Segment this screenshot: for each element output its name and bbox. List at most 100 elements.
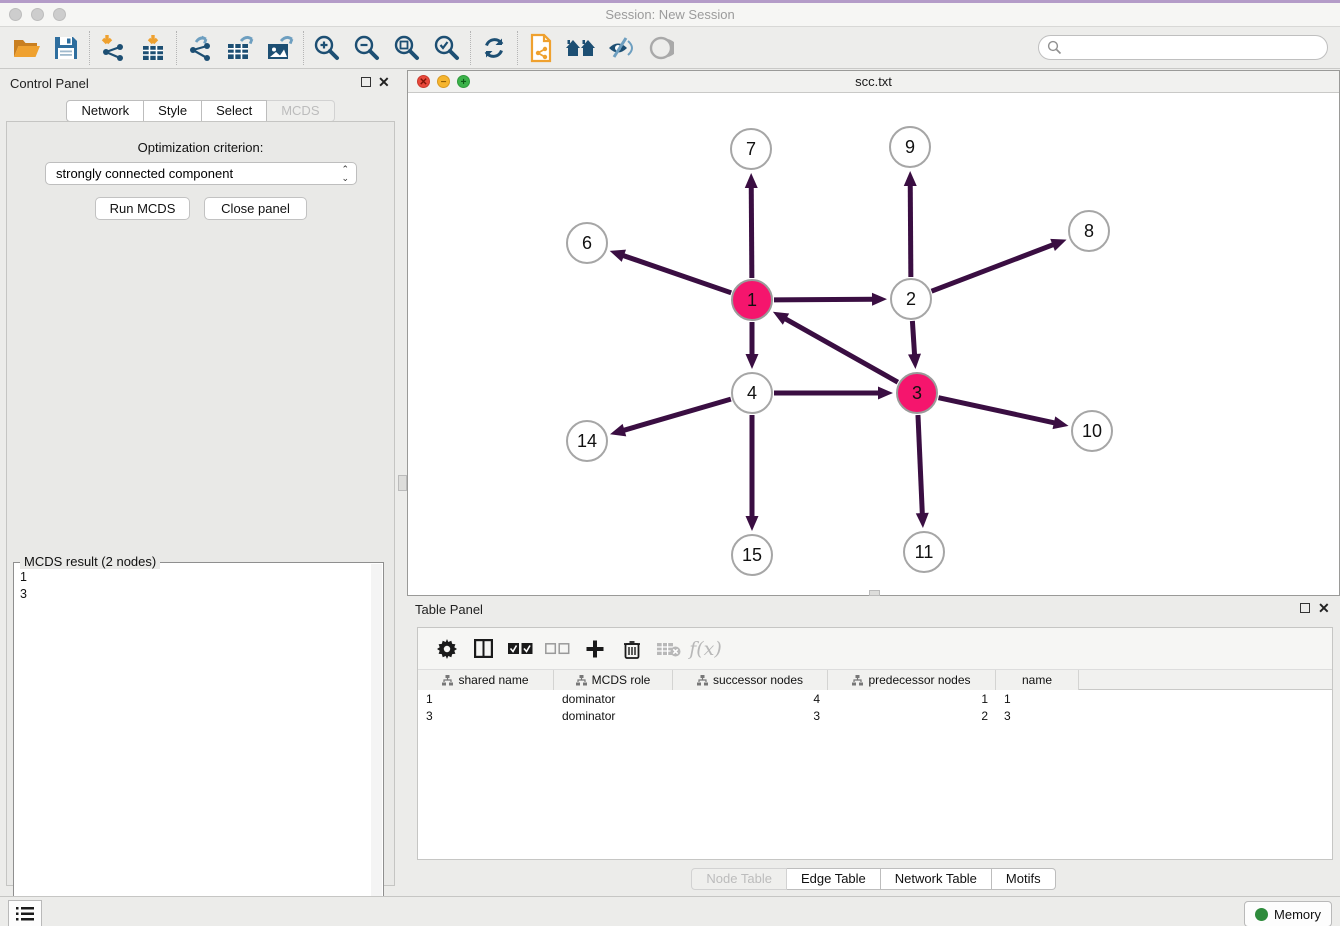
save-session-button[interactable] bbox=[46, 30, 86, 66]
graph-edge-3-1[interactable] bbox=[784, 318, 898, 382]
refresh-button[interactable] bbox=[474, 30, 514, 66]
tab-select[interactable]: Select bbox=[202, 100, 267, 122]
table-panel: Table Panel ✕ bbox=[407, 596, 1340, 896]
close-table-panel-icon[interactable]: ✕ bbox=[1318, 600, 1330, 617]
gear-icon bbox=[437, 639, 457, 659]
tab-style[interactable]: Style bbox=[144, 100, 202, 122]
delete-column-button[interactable] bbox=[613, 631, 650, 667]
export-table-button[interactable] bbox=[220, 30, 260, 66]
tab-network[interactable]: Network bbox=[66, 100, 144, 122]
tab-edge-table[interactable]: Edge Table bbox=[787, 868, 881, 890]
zoom-fit-button[interactable] bbox=[387, 30, 427, 66]
optimization-criterion-select[interactable]: strongly connected component ⌃⌄ bbox=[45, 162, 357, 185]
clone-network-button[interactable] bbox=[521, 30, 561, 66]
tab-node-table[interactable]: Node Table bbox=[691, 868, 787, 890]
run-mcds-button[interactable]: Run MCDS bbox=[95, 197, 190, 220]
graph-node-15[interactable]: 15 bbox=[731, 534, 773, 576]
cell-name[interactable]: 3 bbox=[996, 708, 1079, 725]
graph-node-10[interactable]: 10 bbox=[1071, 410, 1113, 452]
export-image-button[interactable] bbox=[260, 30, 300, 66]
zoom-in-button[interactable] bbox=[307, 30, 347, 66]
cell-predecessor-nodes[interactable]: 1 bbox=[828, 691, 996, 708]
graph-node-8[interactable]: 8 bbox=[1068, 210, 1110, 252]
graph-edge-2-3[interactable] bbox=[912, 321, 914, 356]
refresh-icon bbox=[481, 35, 507, 61]
show-column-panel-button[interactable] bbox=[465, 631, 502, 667]
graph-edge-3-10[interactable] bbox=[938, 398, 1055, 423]
cell-mcds-role[interactable]: dominator bbox=[554, 691, 673, 708]
table-row[interactable]: 3 dominator 3 2 3 bbox=[418, 708, 1332, 725]
unselect-all-columns-button[interactable] bbox=[539, 631, 576, 667]
table-row[interactable]: 1 dominator 4 1 1 bbox=[418, 691, 1332, 708]
search-field[interactable] bbox=[1038, 35, 1328, 60]
graph-edge-1-2[interactable] bbox=[774, 299, 874, 300]
column-type-icon bbox=[852, 675, 863, 686]
cell-successor-nodes[interactable]: 3 bbox=[673, 708, 828, 725]
hide-panel-button[interactable] bbox=[601, 30, 641, 66]
memory-button[interactable]: Memory bbox=[1244, 901, 1332, 926]
graph-edge-3-11[interactable] bbox=[918, 415, 922, 515]
column-header-shared-name[interactable]: shared name bbox=[418, 670, 554, 690]
task-history-button[interactable] bbox=[8, 900, 42, 926]
select-all-columns-button[interactable] bbox=[502, 631, 539, 667]
network-title: scc.txt bbox=[408, 74, 1339, 89]
table-panel-title: Table Panel bbox=[415, 602, 483, 617]
toolbar-separator bbox=[303, 31, 304, 65]
import-network-button[interactable] bbox=[93, 30, 133, 66]
show-view-button[interactable] bbox=[641, 30, 681, 66]
search-input[interactable] bbox=[1062, 38, 1327, 58]
graph-node-9[interactable]: 9 bbox=[889, 126, 931, 168]
graph-node-4[interactable]: 4 bbox=[731, 372, 773, 414]
close-panel-button[interactable]: Close panel bbox=[204, 197, 307, 220]
graph-node-14[interactable]: 14 bbox=[566, 420, 608, 462]
zoom-selected-icon bbox=[433, 34, 461, 62]
float-table-panel-icon[interactable] bbox=[1300, 603, 1310, 613]
graph-node-11[interactable]: 11 bbox=[903, 531, 945, 573]
close-panel-icon[interactable]: ✕ bbox=[378, 74, 390, 91]
open-file-button[interactable] bbox=[6, 30, 46, 66]
cell-mcds-role[interactable]: dominator bbox=[554, 708, 673, 725]
graph-edge-4-14[interactable] bbox=[623, 399, 731, 431]
zoom-fit-icon bbox=[393, 34, 421, 62]
graph-edge-1-6[interactable] bbox=[622, 255, 731, 293]
cell-successor-nodes[interactable]: 4 bbox=[673, 691, 828, 708]
cell-shared-name[interactable]: 1 bbox=[418, 691, 554, 708]
create-column-button[interactable] bbox=[576, 631, 613, 667]
cell-name[interactable]: 1 bbox=[996, 691, 1079, 708]
column-header-name[interactable]: name bbox=[996, 670, 1079, 690]
eye-slash-icon bbox=[606, 35, 636, 61]
tab-network-table[interactable]: Network Table bbox=[881, 868, 992, 890]
search-icon bbox=[1047, 40, 1062, 55]
window-title: Session: New Session bbox=[0, 7, 1340, 22]
splitter-grip[interactable] bbox=[398, 475, 407, 491]
result-scrollbar[interactable] bbox=[371, 564, 382, 926]
network-canvas[interactable]: 7 9 6 8 1 2 4 3 14 10 15 11 bbox=[408, 93, 1339, 595]
graph-node-2[interactable]: 2 bbox=[890, 278, 932, 320]
zoom-out-button[interactable] bbox=[347, 30, 387, 66]
graph-node-1[interactable]: 1 bbox=[731, 279, 773, 321]
import-table-button[interactable] bbox=[133, 30, 173, 66]
export-table-icon bbox=[225, 34, 255, 62]
column-header-mcds-role[interactable]: MCDS role bbox=[554, 670, 673, 690]
function-builder-button[interactable]: f(x) bbox=[687, 631, 724, 667]
graph-node-6[interactable]: 6 bbox=[566, 222, 608, 264]
graph-node-7[interactable]: 7 bbox=[730, 128, 772, 170]
table-settings-button[interactable] bbox=[428, 631, 465, 667]
column-header-predecessor-nodes[interactable]: predecessor nodes bbox=[828, 670, 996, 690]
graph-edge-2-9[interactable] bbox=[910, 184, 911, 277]
tab-motifs[interactable]: Motifs bbox=[992, 868, 1056, 890]
home-view-button[interactable] bbox=[561, 30, 601, 66]
graph-edge-arrowhead bbox=[746, 354, 759, 369]
toolbar-separator bbox=[89, 31, 90, 65]
cell-shared-name[interactable]: 3 bbox=[418, 708, 554, 725]
tab-mcds[interactable]: MCDS bbox=[267, 100, 334, 122]
graph-node-3[interactable]: 3 bbox=[896, 372, 938, 414]
export-network-button[interactable] bbox=[180, 30, 220, 66]
graph-edge-2-8[interactable] bbox=[932, 244, 1055, 291]
zoom-selected-button[interactable] bbox=[427, 30, 467, 66]
column-header-successor-nodes[interactable]: successor nodes bbox=[673, 670, 828, 690]
delete-table-button[interactable] bbox=[650, 631, 687, 667]
float-panel-icon[interactable] bbox=[361, 77, 371, 87]
graph-edge-1-7[interactable] bbox=[751, 186, 752, 278]
cell-predecessor-nodes[interactable]: 2 bbox=[828, 708, 996, 725]
